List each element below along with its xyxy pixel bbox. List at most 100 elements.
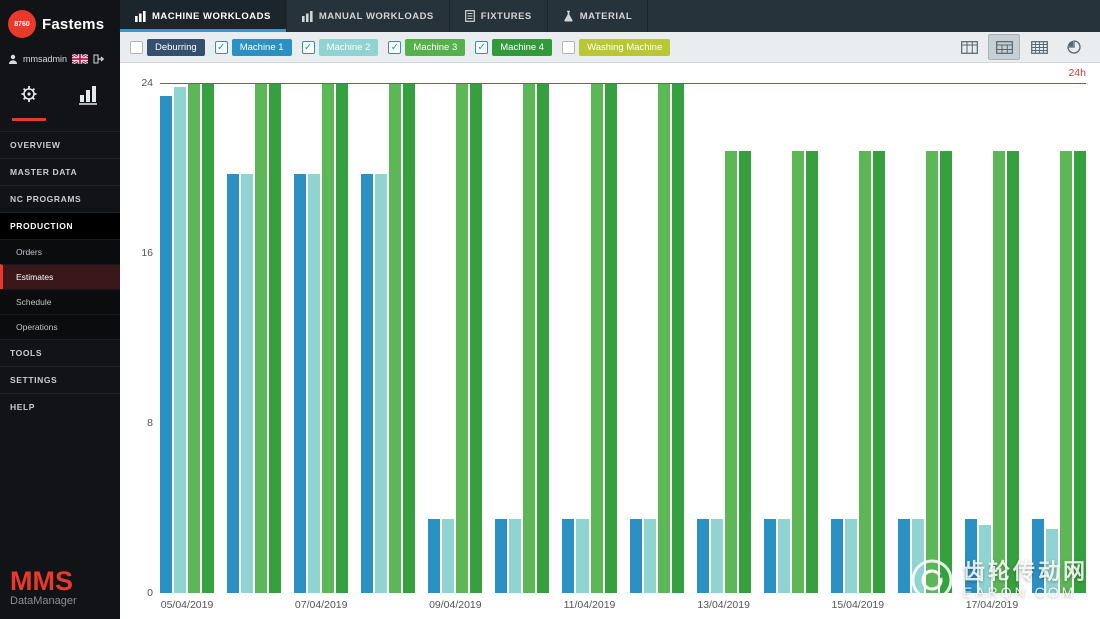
legend-item-deburring[interactable]: Deburring	[130, 39, 205, 56]
tab-label: MANUAL WORKLOADS	[319, 11, 434, 22]
bar-machine-4	[537, 83, 549, 593]
pie-chart-view-button[interactable]	[1058, 34, 1090, 60]
checkbox-washing-machine[interactable]	[562, 41, 575, 54]
bar-machine-4	[806, 151, 818, 593]
machine-settings-icon[interactable]	[12, 80, 46, 121]
bar-machine-1	[764, 519, 776, 593]
bar-machine-3	[188, 83, 200, 593]
limit-line-label: 24h	[1068, 67, 1086, 79]
legend-chip-deburring[interactable]: Deburring	[147, 39, 205, 56]
bar-machine-3	[389, 83, 401, 593]
view-buttons	[953, 34, 1090, 60]
bar-machine-3	[859, 151, 871, 593]
legend-item-machine-1[interactable]: ✓ Machine 1	[215, 39, 292, 56]
sidebar-item-tools[interactable]: TOOLS	[0, 339, 120, 366]
legend-chip-machine-1[interactable]: Machine 1	[232, 39, 292, 56]
checkbox-machine-2[interactable]: ✓	[302, 41, 315, 54]
bar-machine-3	[322, 83, 334, 593]
bar-machine-1	[1032, 519, 1044, 593]
bar-machine-2	[308, 174, 320, 593]
checkbox-machine-1[interactable]: ✓	[215, 41, 228, 54]
bar-machine-3	[1060, 151, 1072, 593]
bar-machine-4	[739, 151, 751, 593]
sidebar-item-orders[interactable]: Orders	[0, 239, 120, 264]
language-flag-icon[interactable]	[72, 54, 88, 64]
bar-machine-2	[979, 525, 991, 593]
x-axis-label: 07/04/2019	[295, 599, 348, 611]
sidebar-item-production[interactable]: PRODUCTION	[0, 212, 120, 239]
bar-machine-1	[831, 519, 843, 593]
flask-icon	[563, 10, 574, 22]
logout-icon[interactable]	[93, 54, 104, 64]
bar-machine-3	[993, 151, 1005, 593]
checkbox-deburring[interactable]	[130, 41, 143, 54]
sidebar-item-overview[interactable]: OVERVIEW	[0, 131, 120, 158]
mms-logo: MMS	[10, 568, 110, 595]
tab-machine-workloads[interactable]: MACHINE WORKLOADS	[120, 0, 287, 32]
bar-machine-1	[428, 519, 440, 593]
sidebar-footer: MMS DataManager	[0, 562, 120, 619]
bars: 05/04/201907/04/201909/04/201911/04/2019…	[160, 83, 1086, 593]
bar-machine-3	[792, 151, 804, 593]
bar-machine-2	[1046, 529, 1058, 593]
dense-table-view-button[interactable]	[1023, 34, 1055, 60]
bar-machine-2	[442, 519, 454, 593]
bar-machine-1	[697, 519, 709, 593]
machine-workloads-chart: 05/04/2019 07/04/2019 09/04/2019 11/04/2019…	[120, 63, 1100, 619]
bar-machine-1	[361, 174, 373, 593]
x-axis-label: 11/04/2019	[564, 599, 616, 611]
sidebar-item-nc-programs[interactable]: NC PROGRAMS	[0, 185, 120, 212]
bar-machine-1	[562, 519, 574, 593]
bar-machine-1	[965, 519, 977, 593]
sidebar-item-help[interactable]: HELP	[0, 393, 120, 420]
bar-group-05-04-2019: 05/04/2019	[160, 83, 214, 593]
x-axis-label: 09/04/2019	[429, 599, 482, 611]
bar-machine-1	[495, 519, 507, 593]
legend-item-machine-2[interactable]: ✓ Machine 2	[302, 39, 379, 56]
legend-chip-machine-3[interactable]: Machine 3	[405, 39, 465, 56]
legend-chip-washing-machine[interactable]: Washing Machine	[579, 39, 670, 56]
tab-material[interactable]: MATERIAL	[548, 0, 648, 32]
bar-machine-3	[926, 151, 938, 593]
bar-machine-4	[1074, 151, 1086, 593]
legend-item-washing-machine[interactable]: Washing Machine	[562, 39, 670, 56]
bar-machine-4	[336, 83, 348, 593]
sidebar-item-master-data[interactable]: MASTER DATA	[0, 158, 120, 185]
bar-machine-4	[202, 83, 214, 593]
legend-chip-machine-4[interactable]: Machine 4	[492, 39, 552, 56]
checkbox-machine-3[interactable]: ✓	[388, 41, 401, 54]
calendar-grid-view-button[interactable]	[988, 34, 1020, 60]
bar-group-13-04-2019: 13/04/2019	[697, 83, 751, 593]
bar-machine-2	[778, 519, 790, 593]
table-columns-view-button[interactable]	[953, 34, 985, 60]
tab-fixtures[interactable]: FIXTURES	[450, 0, 548, 32]
document-icon	[465, 10, 475, 22]
legend-item-machine-4[interactable]: ✓ Machine 4	[475, 39, 552, 56]
legend-chip-machine-2[interactable]: Machine 2	[319, 39, 379, 56]
sidebar-item-estimates[interactable]: Estimates	[0, 264, 120, 289]
tab-label: FIXTURES	[481, 11, 532, 22]
sidebar-item-settings[interactable]: SETTINGS	[0, 366, 120, 393]
bar-group-09-04-2019: 09/04/2019	[428, 83, 482, 593]
bar-machine-2	[644, 519, 656, 593]
tab-label: MACHINE WORKLOADS	[152, 11, 271, 22]
bar-machine-3	[523, 83, 535, 593]
bar-machine-1	[160, 96, 172, 593]
tab-manual-workloads[interactable]: MANUAL WORKLOADS	[287, 0, 450, 32]
bar-group-15-04-2019: 15/04/2019	[831, 83, 885, 593]
sidebar-item-operations[interactable]: Operations	[0, 314, 120, 339]
sidebar-item-schedule[interactable]: Schedule	[0, 289, 120, 314]
bar-machine-4	[269, 83, 281, 593]
bar-machine-2	[912, 519, 924, 593]
bar-machine-3	[725, 151, 737, 593]
legend-item-machine-3[interactable]: ✓ Machine 3	[388, 39, 465, 56]
bar-machine-4	[873, 151, 885, 593]
y-axis-label: 16	[141, 247, 153, 259]
checkbox-machine-4[interactable]: ✓	[475, 41, 488, 54]
bar-group-16-04-2019	[898, 83, 952, 593]
bar-machine-1	[227, 174, 239, 593]
statistics-icon[interactable]	[72, 80, 104, 121]
bar-machine-2	[174, 87, 186, 593]
x-axis-label: 17/04/2019	[966, 599, 1019, 611]
bar-machine-1	[294, 174, 306, 593]
